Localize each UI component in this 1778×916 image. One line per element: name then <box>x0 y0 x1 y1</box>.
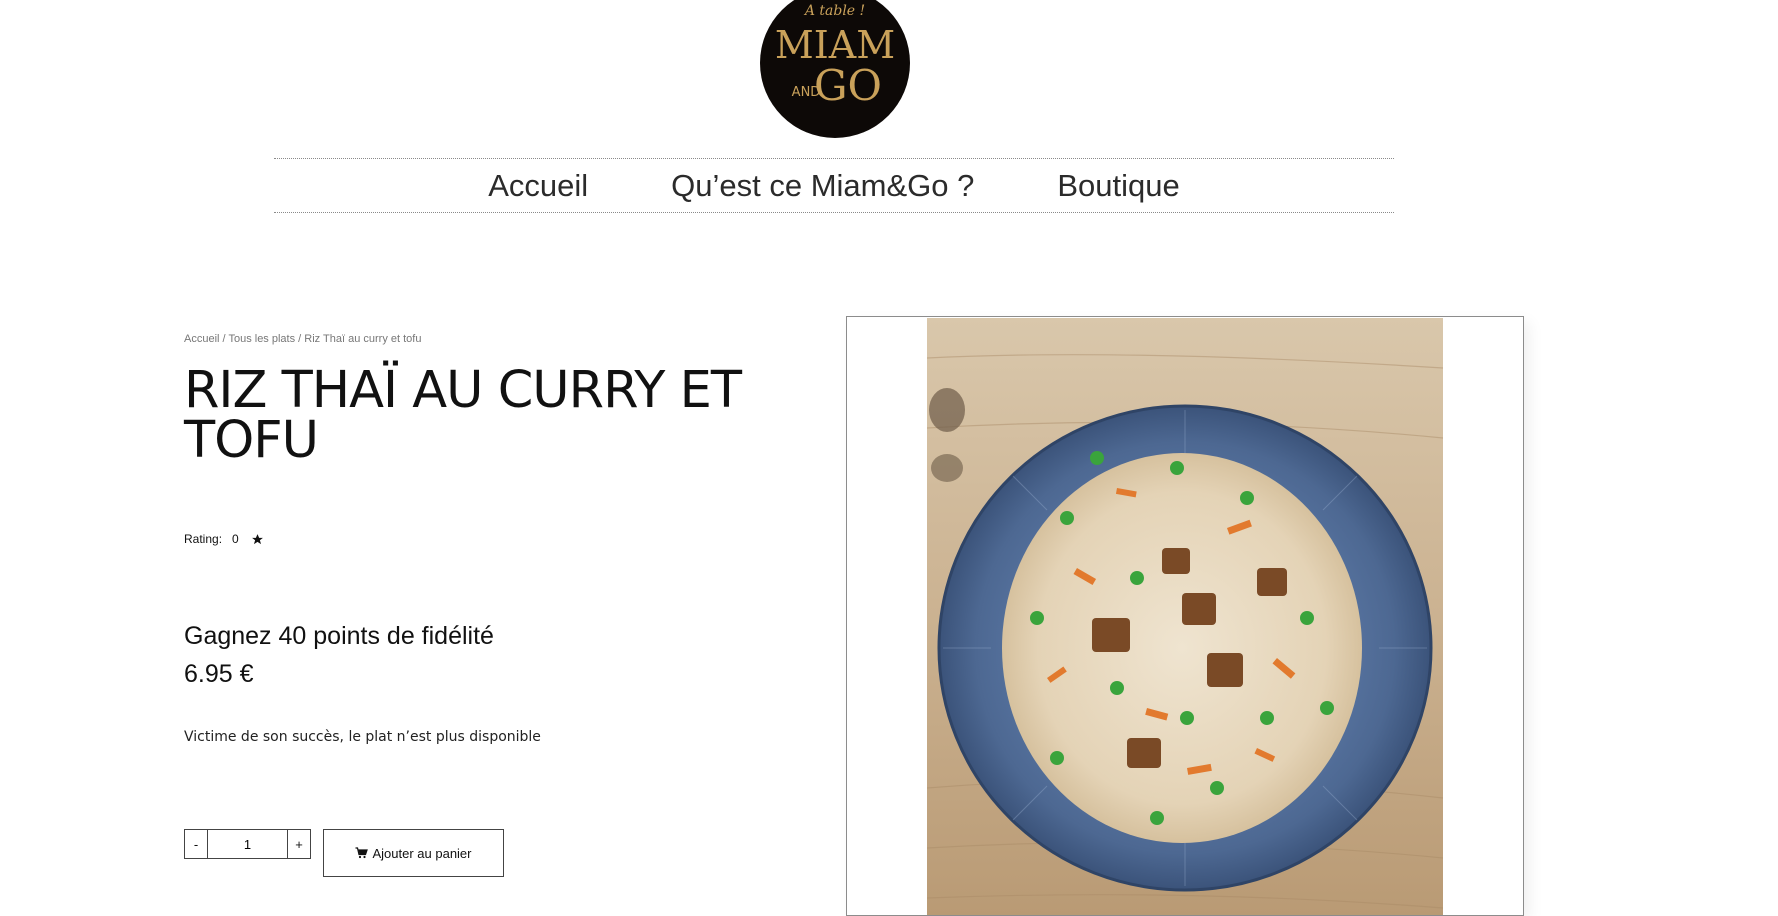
breadcrumb-current: Riz Thaï au curry et tofu <box>304 333 422 345</box>
rating-value: 0 <box>232 532 239 546</box>
breadcrumb-category[interactable]: Tous les plats <box>228 333 295 345</box>
product-image-frame <box>846 316 1524 916</box>
quantity-stepper: - + <box>184 829 311 859</box>
add-to-cart-label: Ajouter au panier <box>372 845 472 861</box>
nav-item-miamgo[interactable]: Qu’est ce Miam&Go ? <box>671 168 974 204</box>
quantity-input[interactable] <box>207 830 288 858</box>
cart-icon <box>355 847 369 859</box>
brand-logo[interactable]: A table ! MIAM AND GO <box>760 0 910 138</box>
product-price: 6.95 € <box>184 660 254 688</box>
logo-tagline: A table ! <box>803 3 865 19</box>
main-nav: Accueil Qu’est ce Miam&Go ? Boutique <box>274 158 1394 213</box>
breadcrumb-home[interactable]: Accueil <box>184 333 219 345</box>
nav-item-boutique[interactable]: Boutique <box>1057 168 1179 204</box>
rating-label: Rating: <box>184 532 223 546</box>
product-image[interactable] <box>927 318 1443 916</box>
star-icon[interactable] <box>251 533 264 546</box>
loyalty-points: Gagnez 40 points de fidélité <box>184 622 494 650</box>
quantity-decrease-button[interactable]: - <box>185 830 207 858</box>
logo-graphic: A table ! MIAM AND GO <box>775 3 895 110</box>
breadcrumb-separator: / <box>295 333 305 345</box>
product-title: RIZ THAÏ AU CURRY ET TOFU <box>184 361 742 470</box>
nav-item-accueil[interactable]: Accueil <box>488 168 588 204</box>
product-rating: Rating: 0 <box>184 532 264 546</box>
quantity-increase-button[interactable]: + <box>288 830 310 858</box>
availability-notice: Victime de son succès, le plat n’est plu… <box>184 729 541 745</box>
logo-word-go: GO <box>814 61 882 110</box>
add-to-cart-button[interactable]: Ajouter au panier <box>323 829 504 877</box>
breadcrumb: Accueil / Tous les plats / Riz Thaï au c… <box>184 333 421 345</box>
